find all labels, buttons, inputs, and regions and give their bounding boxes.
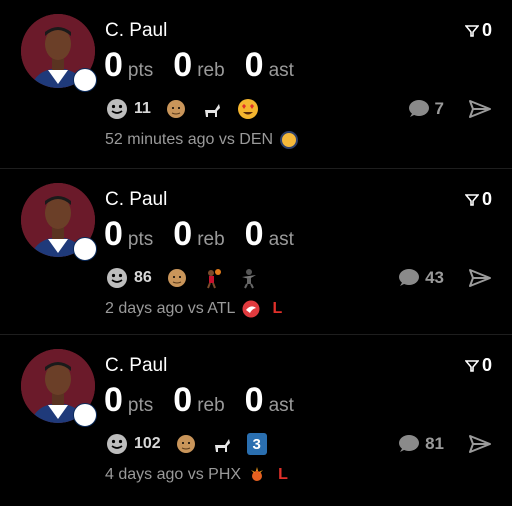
comment-bubble-icon	[399, 269, 420, 286]
old-man-emoji-icon[interactable]	[166, 267, 188, 289]
old-man-emoji-icon[interactable]	[175, 433, 197, 455]
player-avatar[interactable]	[21, 349, 97, 427]
dunk-sticker-icon[interactable]	[202, 267, 224, 289]
comments-button[interactable]: 81	[397, 431, 444, 457]
assists-value: 0	[244, 46, 264, 84]
assists-unit: ast	[268, 395, 294, 416]
player-card[interactable]: C. Paul 0 0 pts 0 reb 0 ast 102 3 81 4 d…	[0, 334, 512, 499]
player-avatar[interactable]	[21, 183, 97, 261]
player-avatar[interactable]	[21, 14, 97, 92]
player-card[interactable]: C. Paul 0 0 pts 0 reb 0 ast 86 43 2 days…	[0, 168, 512, 333]
rebounds-unit: reb	[197, 395, 225, 416]
points-unit: pts	[127, 60, 154, 81]
reactions-bar[interactable]: 86	[106, 265, 274, 291]
goat-emoji-icon[interactable]	[201, 98, 223, 120]
comments-button[interactable]: 7	[407, 96, 444, 122]
game-time-opponent: 2 days ago vs ATL	[105, 300, 236, 317]
old-man-emoji-icon[interactable]	[165, 98, 187, 120]
reaction-count: 102	[134, 435, 161, 452]
number-three-badge[interactable]: 3	[246, 433, 267, 455]
reaction-count: 11	[134, 100, 151, 117]
filter-icon	[464, 24, 479, 37]
comment-bubble-icon	[408, 100, 429, 117]
share-send-icon[interactable]	[468, 268, 492, 288]
rebounds-unit: reb	[197, 229, 225, 250]
player-name[interactable]: C. Paul	[105, 189, 167, 211]
nuggets-logo-icon	[280, 131, 299, 149]
reactions-bar[interactable]: 102 3	[106, 431, 281, 457]
player-card[interactable]: C. Paul 0 0 pts 0 reb 0 ast 11 7 52 minu…	[0, 0, 512, 164]
game-time-opponent: 4 days ago vs PHX	[105, 466, 242, 483]
points-value: 0	[104, 46, 123, 84]
player-name[interactable]: C. Paul	[105, 355, 167, 377]
game-result: L	[278, 466, 288, 483]
assists-value: 0	[244, 381, 264, 419]
filter-count[interactable]: 0	[464, 20, 492, 41]
stat-line: 0 pts 0 reb 0 ast	[104, 215, 314, 255]
smiley-icon[interactable]	[106, 98, 128, 120]
rebounds-unit: reb	[197, 60, 225, 81]
smiley-icon[interactable]	[106, 267, 128, 289]
team-logo-icon	[73, 403, 97, 427]
game-result: L	[272, 300, 283, 317]
hawks-logo-icon	[242, 300, 260, 318]
filter-icon	[464, 359, 479, 372]
heart-eyes-emoji-icon[interactable]	[237, 98, 259, 120]
stat-line: 0 pts 0 reb 0 ast	[104, 381, 314, 421]
team-logo-icon	[73, 237, 97, 261]
game-info[interactable]: 2 days ago vs ATL L	[105, 300, 282, 318]
points-value: 0	[104, 381, 123, 419]
comments-button[interactable]: 43	[397, 265, 444, 291]
suns-logo-icon	[251, 467, 264, 481]
share-send-icon[interactable]	[468, 99, 492, 119]
points-unit: pts	[127, 395, 154, 416]
game-info[interactable]: 52 minutes ago vs DEN	[105, 131, 299, 149]
team-logo-icon	[73, 68, 97, 92]
rebounds-value: 0	[173, 381, 193, 419]
smiley-icon[interactable]	[106, 433, 128, 455]
goat-emoji-icon[interactable]	[211, 433, 233, 455]
reactions-bar[interactable]: 11	[106, 96, 273, 122]
filter-count[interactable]: 0	[464, 355, 492, 376]
assists-unit: ast	[268, 60, 294, 81]
comment-bubble-icon	[399, 435, 420, 452]
assists-value: 0	[244, 215, 264, 253]
assists-unit: ast	[268, 229, 294, 250]
player-sticker-icon[interactable]	[238, 267, 260, 289]
rebounds-value: 0	[173, 46, 193, 84]
filter-count[interactable]: 0	[464, 189, 492, 210]
points-unit: pts	[127, 229, 154, 250]
rebounds-value: 0	[173, 215, 193, 253]
share-send-icon[interactable]	[468, 434, 492, 454]
game-time-opponent: 52 minutes ago vs DEN	[105, 131, 274, 148]
player-name[interactable]: C. Paul	[105, 20, 167, 42]
game-info[interactable]: 4 days ago vs PHX L	[105, 466, 288, 484]
stat-line: 0 pts 0 reb 0 ast	[104, 46, 314, 86]
filter-icon	[464, 193, 479, 206]
points-value: 0	[104, 215, 123, 253]
reaction-count: 86	[134, 269, 152, 286]
